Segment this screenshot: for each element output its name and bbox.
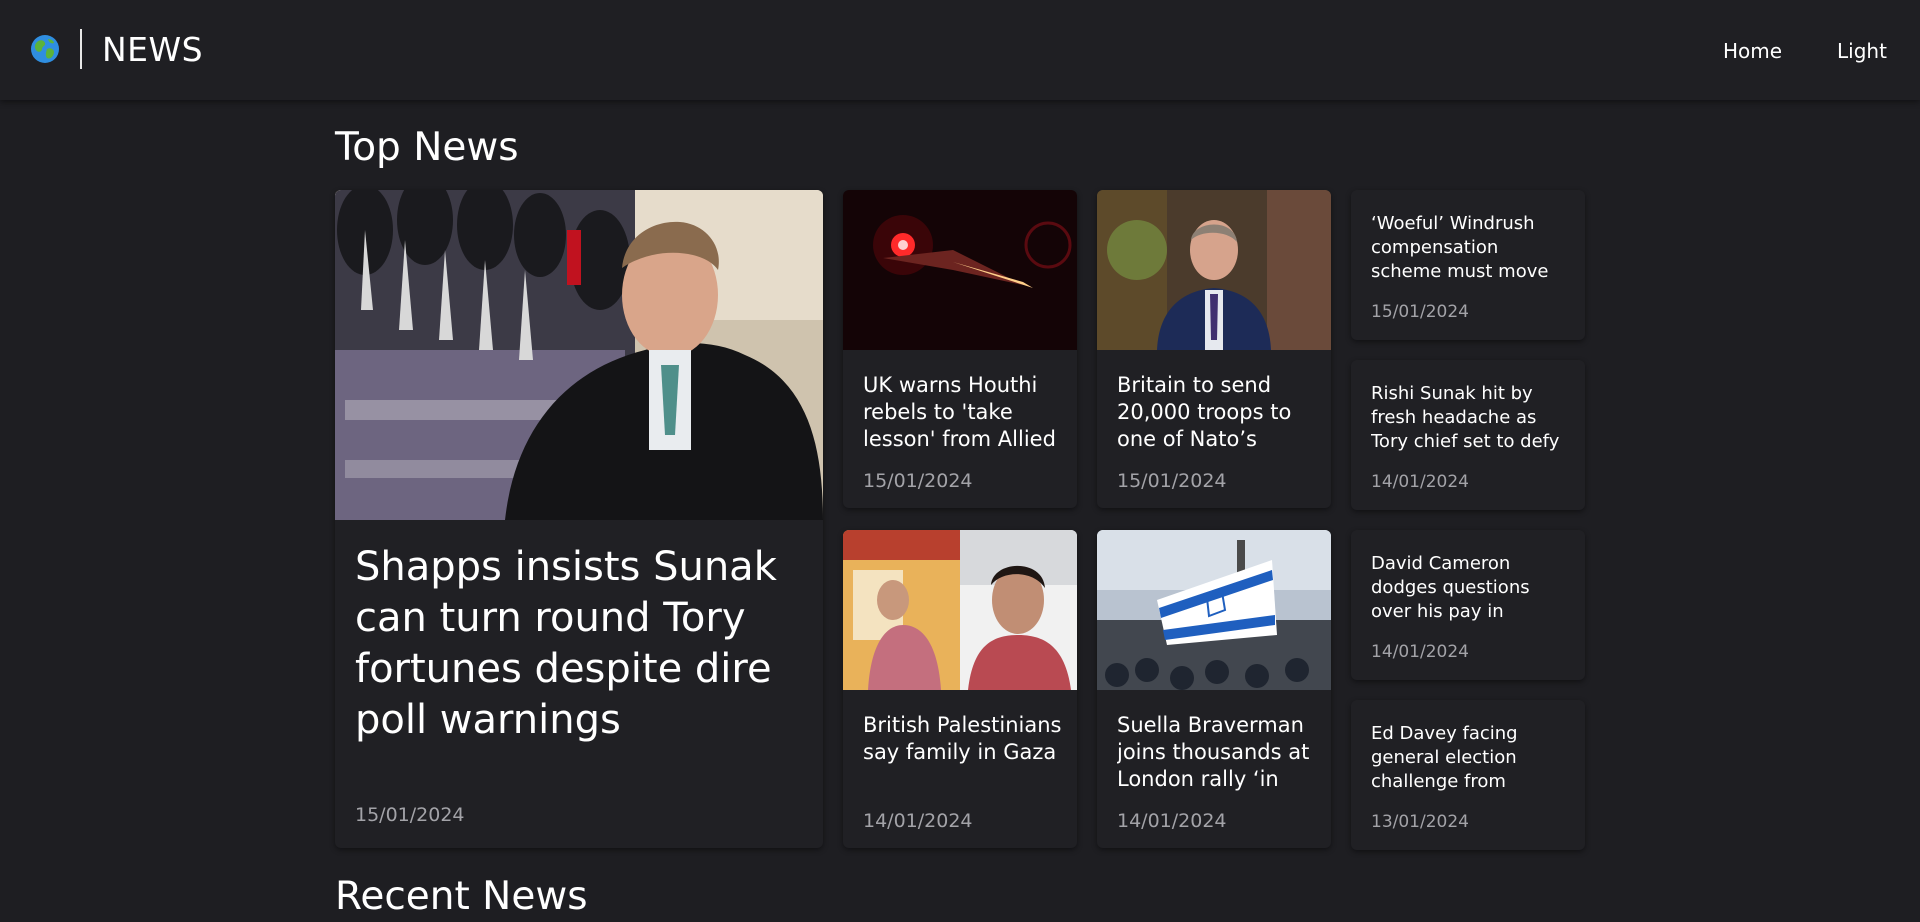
brand-title[interactable]: NEWS <box>102 28 203 72</box>
section-title-recent-news: Recent News <box>335 874 588 919</box>
side-news-headline[interactable]: Ed Davey facing general election challen… <box>1371 722 1571 794</box>
side-news-card[interactable]: Ed Davey facing general election challen… <box>1351 700 1585 850</box>
side-news-date: 13/01/2024 <box>1371 812 1469 832</box>
featured-news-card[interactable]: Shapps insists Sunak can turn round Tory… <box>335 190 823 848</box>
side-news-date: 14/01/2024 <box>1371 642 1469 662</box>
news-card-date: 14/01/2024 <box>1117 810 1227 832</box>
news-card-date: 15/01/2024 <box>1117 470 1227 492</box>
news-card-image <box>843 530 1077 690</box>
news-card[interactable]: British Palestinians say family in Gaza … <box>843 530 1077 848</box>
featured-news-headline[interactable]: Shapps insists Sunak can turn round Tory… <box>355 542 795 746</box>
news-card-date: 15/01/2024 <box>863 470 973 492</box>
section-title-top-news: Top News <box>335 125 519 170</box>
side-news-headline[interactable]: David Cameron dodges questions over his … <box>1371 552 1571 624</box>
news-card-headline[interactable]: British Palestinians say family in Gaza <box>863 712 1063 793</box>
side-news-headline[interactable]: ‘Woeful’ Windrush compensation scheme mu… <box>1371 212 1571 284</box>
news-card-date: 14/01/2024 <box>863 810 973 832</box>
news-card[interactable]: Britain to send 20,000 troops to one of … <box>1097 190 1331 508</box>
news-card[interactable]: Suella Braverman joins thousands at Lond… <box>1097 530 1331 848</box>
theme-toggle-light[interactable]: Light <box>1837 38 1887 64</box>
news-card-image <box>1097 530 1331 690</box>
side-news-card[interactable]: Rishi Sunak hit by fresh headache as Tor… <box>1351 360 1585 510</box>
side-news-card[interactable]: David Cameron dodges questions over his … <box>1351 530 1585 680</box>
news-card-headline[interactable]: Britain to send 20,000 troops to one of … <box>1117 372 1317 453</box>
top-navbar: NEWS Home Light <box>0 0 1920 100</box>
news-card[interactable]: UK warns Houthi rebels to 'take lesson' … <box>843 190 1077 508</box>
side-news-date: 15/01/2024 <box>1371 302 1469 322</box>
side-news-headline[interactable]: Rishi Sunak hit by fresh headache as Tor… <box>1371 382 1571 454</box>
featured-news-date: 15/01/2024 <box>355 804 465 826</box>
news-card-headline[interactable]: UK warns Houthi rebels to 'take lesson' … <box>863 372 1063 453</box>
nav-divider <box>80 29 82 69</box>
nav-link-home[interactable]: Home <box>1723 38 1782 64</box>
news-card-image <box>843 190 1077 350</box>
side-news-card[interactable]: ‘Woeful’ Windrush compensation scheme mu… <box>1351 190 1585 340</box>
globe-icon[interactable] <box>30 34 60 64</box>
side-news-date: 14/01/2024 <box>1371 472 1469 492</box>
featured-news-image <box>335 190 823 520</box>
news-card-headline[interactable]: Suella Braverman joins thousands at Lond… <box>1117 712 1317 793</box>
news-card-image <box>1097 190 1331 350</box>
